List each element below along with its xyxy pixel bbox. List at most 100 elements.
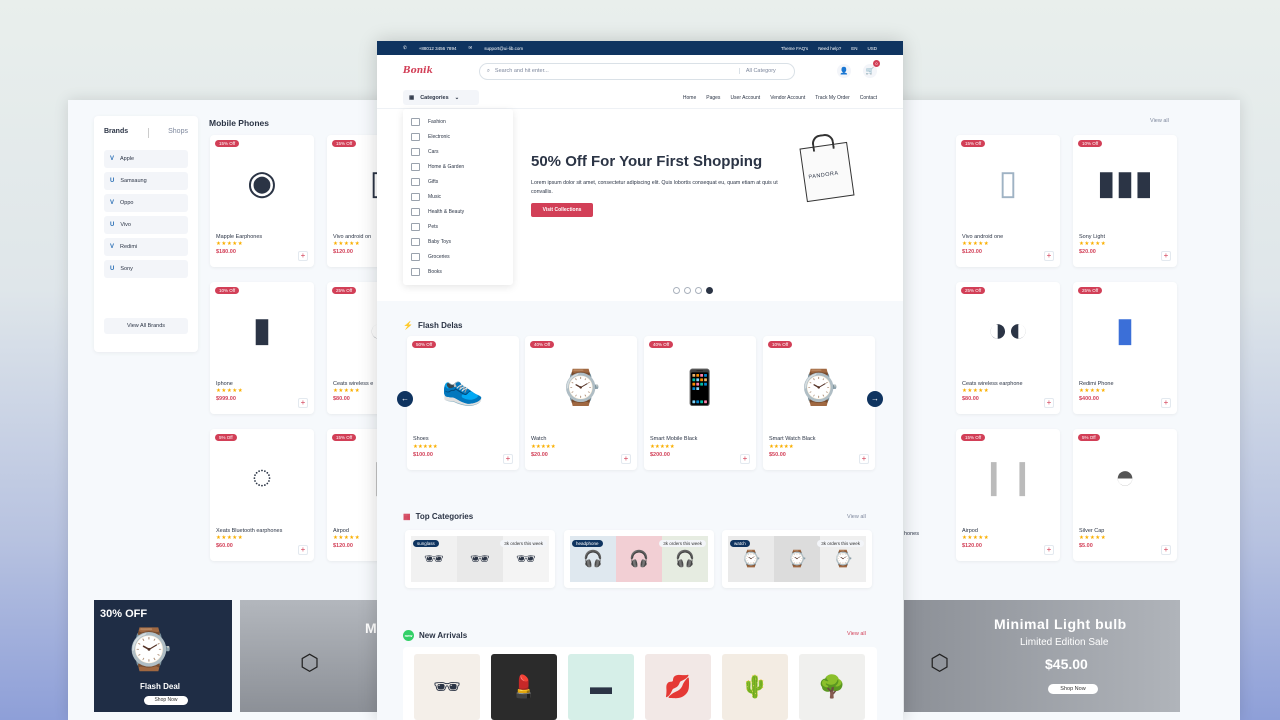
product-card[interactable]: 10% Off ▮ Iphone ★★★★★ $999.00 + [210,282,314,414]
brand-item-samsaung[interactable]: U Samsaung [104,172,188,190]
category-label: Electronic [428,133,450,140]
shop-now-button[interactable]: Shop Now [1048,684,1098,694]
top-bar: ✆ +88012 3456 7894 ✉ support@ui-lib.com … [377,41,903,55]
brand-item-sony[interactable]: U Sony [104,260,188,278]
carousel-dot[interactable] [695,287,702,294]
lightning-icon: ⚡ [403,321,413,330]
nav-home[interactable]: Home [683,95,696,101]
add-to-cart-button[interactable]: + [298,251,308,261]
flash-deal-banner[interactable]: ⌚ 30% OFF Flash Deal Shop Now [94,600,232,712]
product-card[interactable]: 40% Off 📱 Smart Mobile Black ★★★★★ $200.… [644,336,756,470]
lipstick-icon[interactable]: 💋 [645,654,711,720]
add-to-cart-button[interactable]: + [503,454,513,464]
tab-divider [147,128,149,138]
rating-stars: ★★★★★ [1079,241,1107,247]
category-item-groceries[interactable]: Groceries [403,249,513,264]
product-card[interactable]: 50% Off 👟 Shoes ★★★★★ $100.00 + [407,336,519,470]
cart-icon[interactable]: 🛒 0 [863,60,880,78]
view-all-link[interactable]: View all [1150,118,1169,124]
plant-icon[interactable]: 🌵 [722,654,788,720]
brands-tab[interactable]: Brands [104,128,128,138]
add-to-cart-button[interactable]: + [1161,398,1171,408]
category-label: Groceries [428,253,450,260]
product-card[interactable]: 15% Off ❙❙ Airpod ★★★★★ $120.00 + [956,429,1060,561]
sunglasses-icon[interactable]: 🕶 [414,654,480,720]
bonsai-icon[interactable]: 🌳 [799,654,865,720]
add-to-cart-button[interactable]: + [1044,398,1054,408]
product-card[interactable]: 15% Off ▯ Vivo android one ★★★★★ $120.00… [956,135,1060,267]
brand-item-redimi[interactable]: V Redimi [104,238,188,256]
brand-label: Samsaung [120,178,147,184]
product-card[interactable]: 10% Off ▮▮▮ Sony Light ★★★★★ $20.00 + [1073,135,1177,267]
paw-icon [411,222,420,231]
nav-user-account[interactable]: User Account [730,95,760,101]
add-to-cart-button[interactable]: + [1161,251,1171,261]
add-to-cart-button[interactable]: + [1044,251,1054,261]
category-item-cars[interactable]: Cars [403,144,513,159]
category-item-music[interactable]: Music [403,189,513,204]
brand-item-vivo[interactable]: U Vivo [104,216,188,234]
add-to-cart-button[interactable]: + [298,398,308,408]
carousel-dot[interactable] [673,287,680,294]
brand-logo-icon: V [110,156,115,162]
category-item-health-beauty[interactable]: Health & Beauty [403,204,513,219]
help-link[interactable]: Need help? [818,46,841,51]
category-item-fashion[interactable]: Fashion [403,114,513,129]
logo[interactable]: Bonik [403,66,433,76]
categories-button[interactable]: ▦ Categories ⌄ [403,90,479,105]
add-to-cart-button[interactable]: + [740,454,750,464]
category-select[interactable]: All Category [738,68,787,74]
product-card[interactable]: 25% Off ◑◐ Ceats wireless earphone ★★★★★… [956,282,1060,414]
nav-vendor-account[interactable]: Vendor Account [770,95,805,101]
category-tag: sunglass [413,540,439,547]
product-card[interactable]: 10% Off ⌚ Smart Watch Black ★★★★★ $50.00… [763,336,875,470]
add-to-cart-button[interactable]: + [621,454,631,464]
view-all-link[interactable]: View all [847,514,866,520]
language-select[interactable]: EN [851,46,857,51]
shop-now-button[interactable]: Shop Now [144,696,188,705]
user-icon[interactable]: 👤 [837,64,851,78]
top-category-card[interactable]: 🎧 🎧 🎧 headphone 3k orders this week [564,530,714,588]
brand-item-apple[interactable]: V Apple [104,150,188,168]
category-item-gifts[interactable]: Gifts [403,174,513,189]
shops-tab[interactable]: Shops [168,128,188,138]
brand-label: Oppo [120,200,134,206]
product-card[interactable]: 25% Off ▮ Redimi Phone ★★★★★ $400.00 + [1073,282,1177,414]
category-item-electronic[interactable]: Electronic [403,129,513,144]
makeup-icon[interactable]: 💄 [491,654,557,720]
light-bulb-icon: ⬡ [300,650,320,675]
currency-select[interactable]: USD [867,46,877,51]
carousel-dot-active[interactable] [706,287,713,294]
category-item-books[interactable]: Books [403,264,513,279]
brand-item-oppo[interactable]: V Oppo [104,194,188,212]
gift-icon [411,177,420,186]
add-to-cart-button[interactable]: + [859,454,869,464]
add-to-cart-button[interactable]: + [1044,545,1054,555]
top-category-card[interactable]: 🕶 🕶 🕶 sunglass 3k orders this week [405,530,555,588]
nav-contact[interactable]: Contact [860,95,877,101]
product-card[interactable]: 40% Off ⌚ Watch ★★★★★ $20.00 + [525,336,637,470]
search-bar[interactable]: ⌕ Search and hit enter... All Category [478,62,795,80]
category-item-pets[interactable]: Pets [403,219,513,234]
category-item-home-garden[interactable]: Home & Garden [403,159,513,174]
search-input[interactable]: Search and hit enter... [495,68,549,74]
nav-pages[interactable]: Pages [706,95,720,101]
top-category-card[interactable]: ⌚ ⌚ ⌚ watch 3k orders this week [722,530,872,588]
fitness-band-icon[interactable]: ▬ [568,654,634,720]
rating-stars: ★★★★★ [650,444,675,450]
faq-link[interactable]: Theme FAQ's [781,46,808,51]
view-all-link[interactable]: View all [847,631,866,637]
category-item-baby-toys[interactable]: Baby Toys [403,234,513,249]
phone-icon: ✆ [403,45,407,50]
arrow-left-icon[interactable]: ← [397,391,413,407]
product-card[interactable]: 15% Off ◉ Mapple Earphones ★★★★★ $180.00… [210,135,314,267]
arrow-right-icon[interactable]: → [867,391,883,407]
nav-track-order[interactable]: Track My Order [815,95,850,101]
carousel-dot[interactable] [684,287,691,294]
product-card[interactable]: 5% Off ◓ Silver Cap ★★★★★ $5.00 + [1073,429,1177,561]
add-to-cart-button[interactable]: + [298,545,308,555]
visit-collections-button[interactable]: Visit Collections [531,203,593,217]
product-card[interactable]: 5% Off ◌ Xeats Bluetooth earphones ★★★★★… [210,429,314,561]
view-all-brands-button[interactable]: View All Brands [104,318,188,334]
add-to-cart-button[interactable]: + [1161,545,1171,555]
